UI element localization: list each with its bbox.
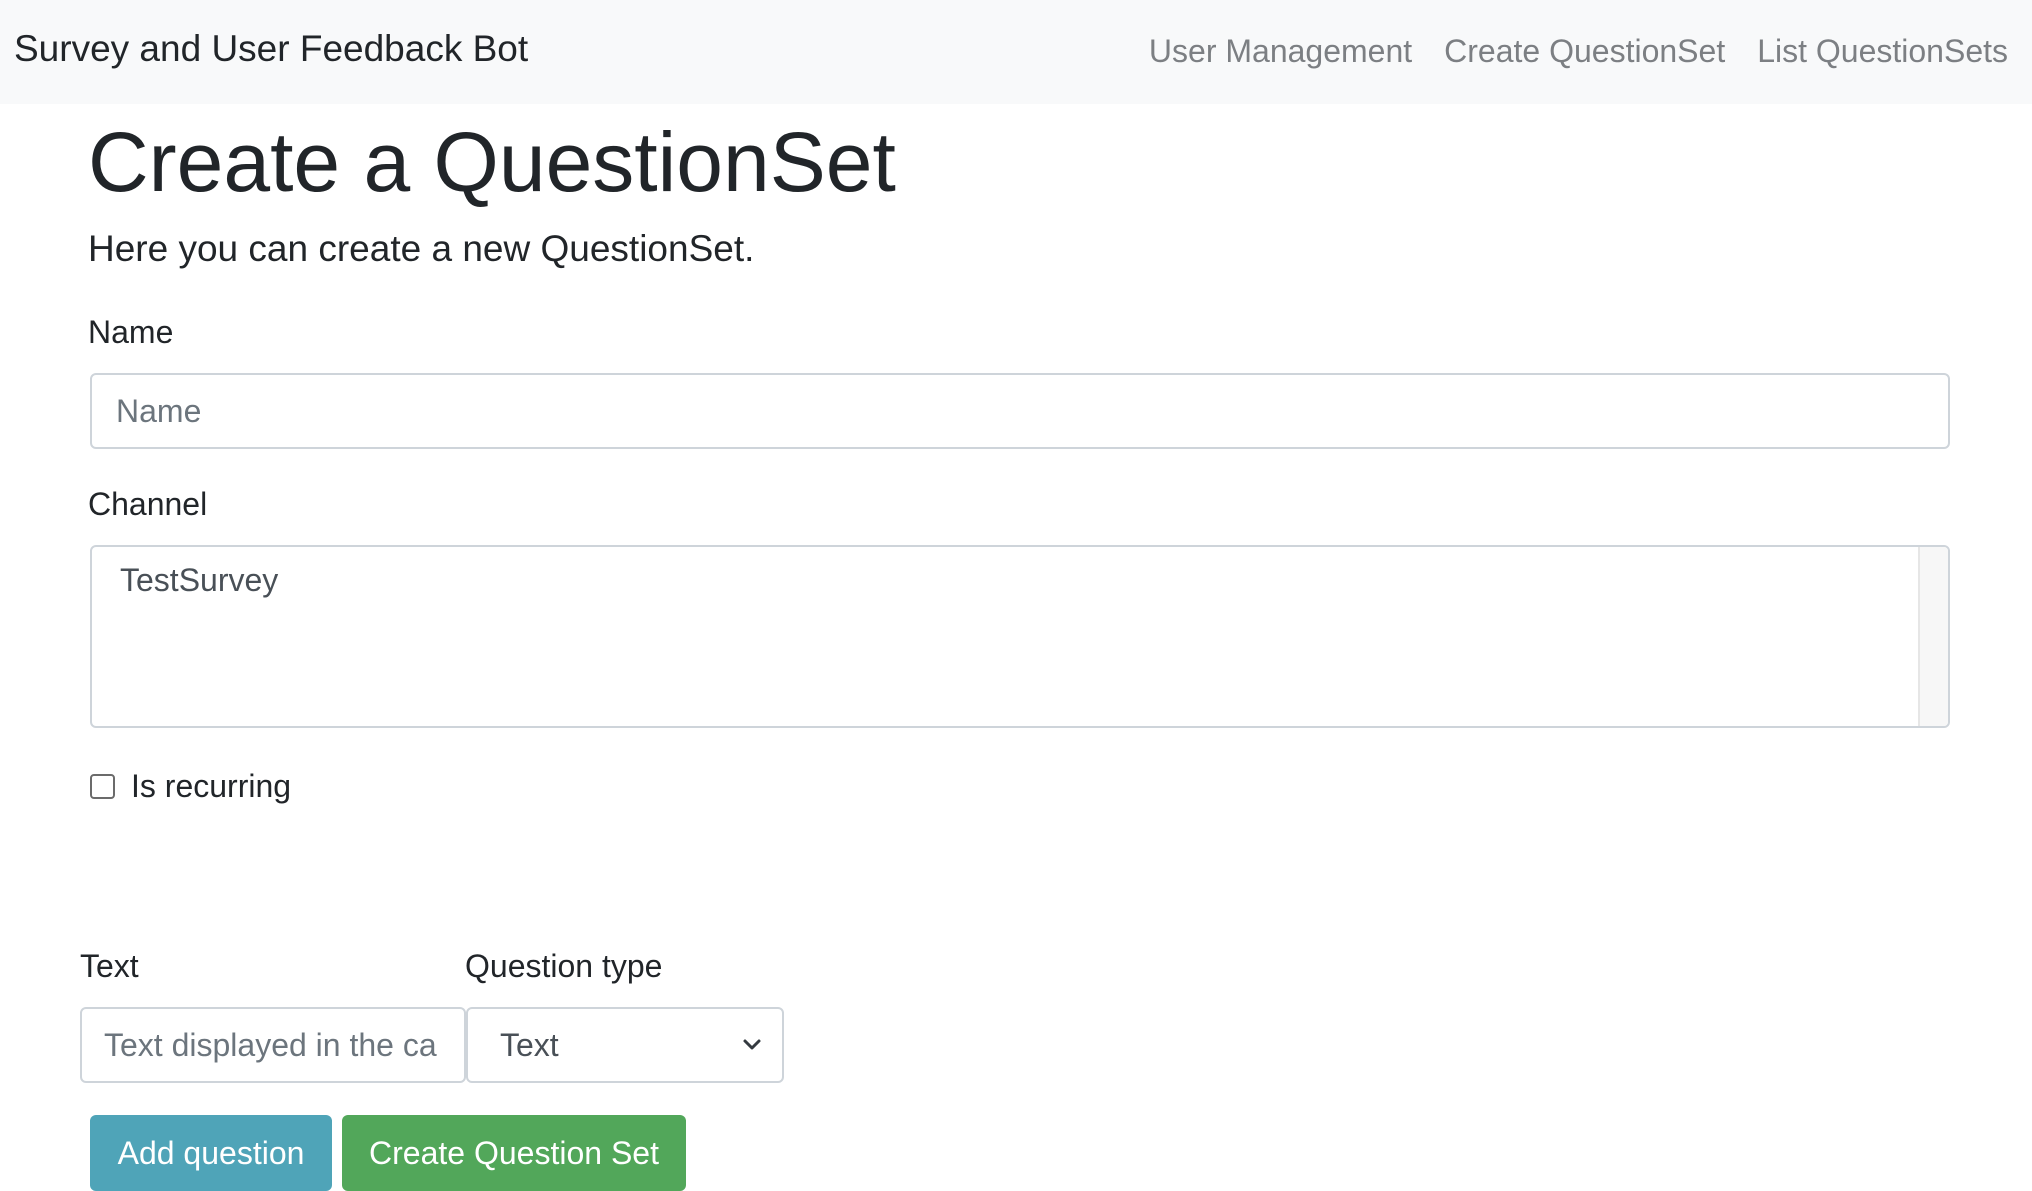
add-question-button[interactable]: Add question [90,1115,332,1191]
question-text-input[interactable]: Text displayed in the ca [80,1007,466,1083]
question-type-value: Text [500,1027,559,1063]
page-lead: Here you can create a new QuestionSet. [88,228,755,269]
recurring-checkbox[interactable] [90,773,115,799]
navbar: Survey and User Feedback Bot User Manage… [0,0,2032,104]
name-input[interactable] [90,373,1950,449]
recurring-label[interactable]: Is recurring [131,766,291,806]
channel-option[interactable]: TestSurvey [120,559,278,601]
nav-link-user-management[interactable]: User Management [1149,29,1412,73]
brand-title[interactable]: Survey and User Feedback Bot [14,26,528,72]
question-type-label: Question type [465,948,663,984]
nav-links: User Management Create QuestionSet List … [1149,28,2008,74]
question-type-select[interactable]: Text [466,1007,784,1083]
nav-link-list-questionsets[interactable]: List QuestionSets [1757,29,2008,73]
name-label: Name [88,314,174,350]
create-question-set-button[interactable]: Create Question Set [342,1115,686,1191]
channel-select[interactable]: TestSurvey [90,545,1950,728]
channel-scrollbar[interactable] [1918,547,1948,726]
question-text-label: Text [80,948,139,984]
page-title: Create a QuestionSet [88,115,896,209]
nav-link-create-questionset[interactable]: Create QuestionSet [1444,29,1725,73]
recurring-row: Is recurring [88,764,291,808]
channel-label: Channel [88,486,208,522]
chevron-down-icon [743,1039,761,1050]
